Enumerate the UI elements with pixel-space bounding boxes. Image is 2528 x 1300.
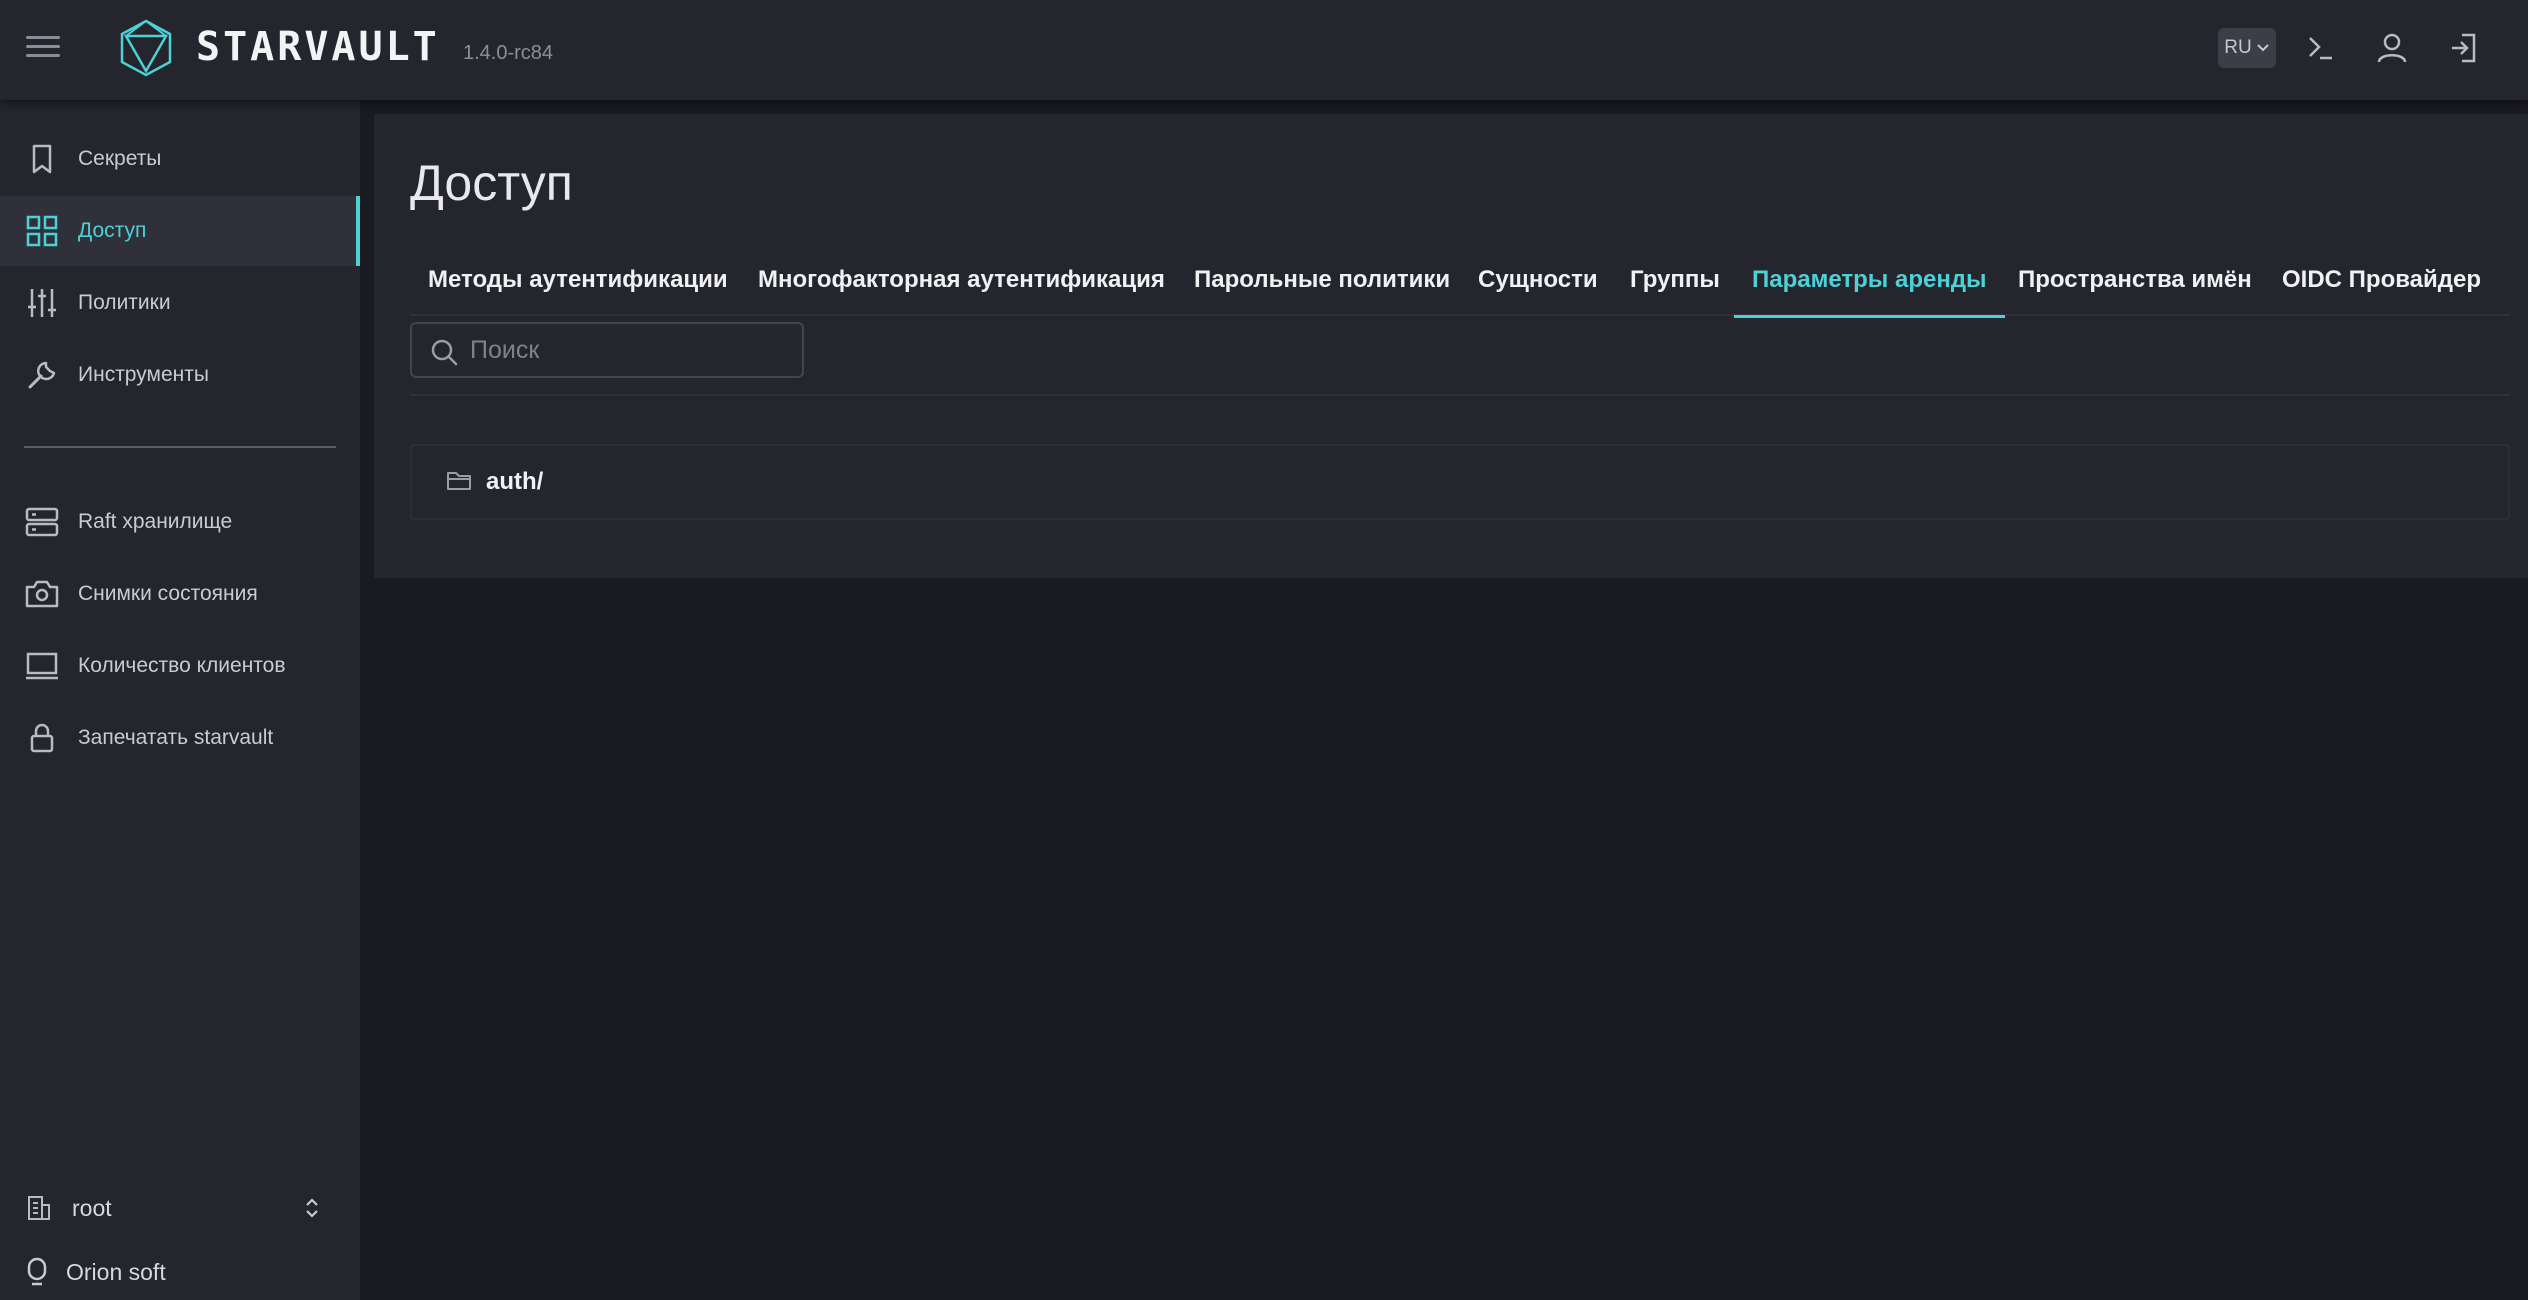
search-box (410, 322, 804, 378)
user-icon[interactable] (2374, 30, 2410, 66)
building-icon (28, 1196, 50, 1220)
sidebar-item-access[interactable]: Доступ (0, 196, 360, 266)
logout-icon[interactable] (2446, 30, 2482, 66)
app-version: 1.4.0-rc84 (463, 42, 554, 64)
page-title: Доступ (410, 155, 573, 211)
namespace-label: root (72, 1194, 112, 1221)
sidebar-item-label: Секреты (78, 147, 162, 170)
tab-auth-methods[interactable]: Методы аутентификации (428, 244, 728, 316)
bookmark-icon (32, 144, 52, 174)
server-icon (25, 507, 59, 537)
tab-bar: Методы аутентификации Многофакторная аут… (410, 244, 2510, 318)
terminal-icon[interactable] (2302, 30, 2338, 66)
sidebar-item-label: Запечатать starvault (78, 726, 274, 749)
orion-logo-icon (27, 1257, 47, 1286)
tab-oidc-provider[interactable]: OIDC Провайдер (2282, 244, 2481, 316)
language-label: RU (2224, 37, 2252, 58)
sidebar: Секреты Доступ Политики Инструменты Raft… (0, 100, 360, 1300)
sidebar-item-label: Снимки состояния (78, 582, 258, 605)
organization: Orion soft (26, 1252, 326, 1292)
list-item-label: auth/ (486, 468, 544, 495)
wrench-icon (28, 361, 56, 389)
sidebar-item-secrets[interactable]: Секреты (0, 124, 360, 194)
tab-groups[interactable]: Группы (1630, 244, 1720, 316)
sidebar-divider (24, 446, 336, 448)
menu-icon[interactable] (26, 36, 60, 60)
logo-icon (120, 19, 172, 77)
sliders-icon (28, 289, 56, 317)
sidebar-item-raft-storage[interactable]: Raft хранилище (0, 487, 360, 557)
sidebar-item-label: Количество клиентов (78, 654, 286, 677)
camera-icon (25, 580, 59, 608)
grid-icon (26, 215, 58, 247)
app-logo-text: STARVAULT (196, 24, 440, 70)
sidebar-item-seal[interactable]: Запечатать starvault (0, 703, 360, 773)
list-item[interactable]: auth/ (410, 444, 2510, 520)
sidebar-item-label: Инструменты (78, 363, 209, 386)
divider (410, 394, 2510, 396)
search-icon (431, 339, 458, 366)
language-select[interactable]: RU (2218, 28, 2276, 68)
sidebar-item-label: Политики (78, 291, 171, 314)
tab-namespaces[interactable]: Пространства имён (2018, 244, 2252, 316)
tab-entities[interactable]: Сущности (1478, 244, 1598, 316)
sidebar-item-client-count[interactable]: Количество клиентов (0, 631, 360, 701)
organization-label: Orion soft (66, 1258, 166, 1285)
sidebar-item-label: Доступ (78, 219, 147, 242)
tab-leases[interactable]: Параметры аренды (1734, 244, 2005, 318)
top-bar: STARVAULT 1.4.0-rc84 RU (0, 0, 2528, 100)
sidebar-item-label: Raft хранилище (78, 510, 233, 533)
sidebar-item-tools[interactable]: Инструменты (0, 340, 360, 410)
search-input[interactable] (470, 332, 790, 368)
tab-password-policies[interactable]: Парольные политики (1194, 244, 1450, 316)
lock-icon (30, 723, 54, 753)
sidebar-item-policies[interactable]: Политики (0, 268, 360, 338)
chevron-up-down-icon (306, 1198, 318, 1218)
main-panel: Доступ Методы аутентификации Многофактор… (374, 114, 2528, 578)
chevron-down-icon (2257, 44, 2269, 52)
folder-icon (447, 472, 471, 490)
monitor-icon (26, 652, 58, 680)
namespace-picker[interactable]: root (26, 1188, 326, 1228)
tab-mfa[interactable]: Многофакторная аутентификация (758, 244, 1165, 316)
sidebar-item-snapshots[interactable]: Снимки состояния (0, 559, 360, 629)
